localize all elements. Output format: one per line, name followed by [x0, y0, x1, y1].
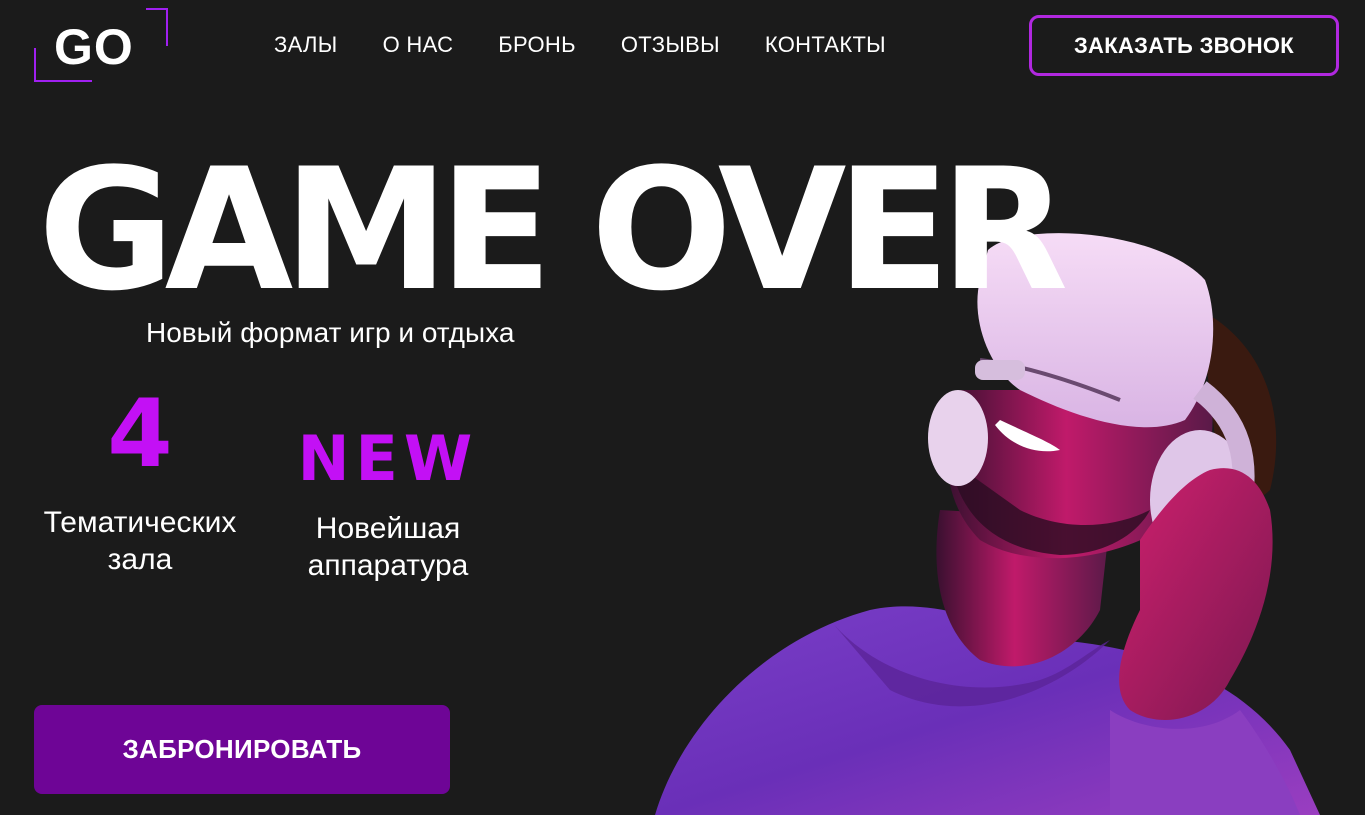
nav-link-reviews[interactable]: ОТЗЫВЫ — [621, 31, 720, 59]
stat-equipment-label-line1: Новейшая — [315, 512, 461, 545]
nav-link-booking[interactable]: БРОНЬ — [498, 31, 576, 59]
vr-headset-strap — [975, 360, 1025, 380]
nav-link-about[interactable]: О НАС — [383, 31, 454, 59]
main-nav: ЗАЛЫ О НАС БРОНЬ ОТЗЫВЫ КОНТАКТЫ — [274, 31, 886, 59]
logo-text: GO — [54, 19, 134, 75]
stat-halls-label-line1: Тематических — [43, 506, 237, 539]
request-call-button[interactable]: ЗАКАЗАТЬ ЗВОНОК — [1029, 15, 1339, 76]
stat-equipment-label: Новейшая аппаратура — [272, 510, 504, 584]
stat-halls-label-line2: зала — [107, 543, 173, 576]
stat-equipment: NEW Новейшая аппаратура — [272, 428, 504, 584]
left-headphone — [928, 390, 988, 486]
logo-frame-corner-top-right — [146, 8, 168, 46]
stat-halls-value: 4 — [107, 380, 173, 489]
stat-equipment-label-line2: аппаратура — [307, 549, 469, 582]
landing-page: GO ЗАЛЫ О НАС БРОНЬ ОТЗЫВЫ КОНТАКТЫ ЗАКА… — [0, 0, 1365, 815]
stat-halls: 4 Тематических зала — [20, 388, 260, 578]
book-button[interactable]: ЗАБРОНИРОВАТЬ — [34, 705, 450, 794]
logo[interactable]: GO — [34, 8, 168, 82]
nav-link-halls[interactable]: ЗАЛЫ — [274, 31, 338, 59]
hero-title: GAME OVER — [38, 132, 1068, 328]
stat-equipment-value: NEW — [297, 422, 479, 495]
nav-link-contacts[interactable]: КОНТАКТЫ — [765, 31, 886, 59]
stat-halls-label: Тематических зала — [20, 504, 260, 578]
